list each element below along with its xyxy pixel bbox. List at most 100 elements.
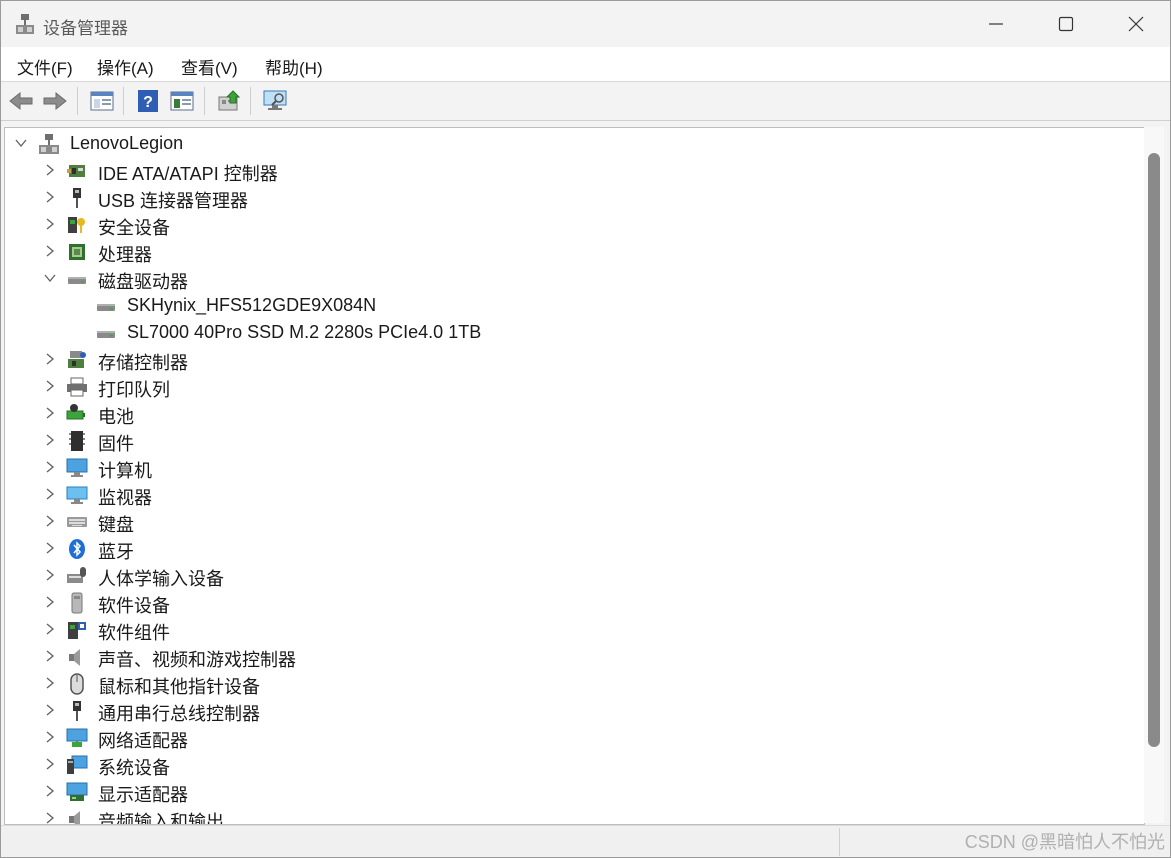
expand-chevron-icon[interactable] <box>43 162 57 178</box>
window-title: 设备管理器 <box>43 19 128 38</box>
tree-category-node[interactable]: 监视器 <box>5 481 1105 508</box>
tree-node-label: LenovoLegion <box>70 133 184 153</box>
expand-chevron-icon[interactable] <box>43 540 57 556</box>
minimize-button[interactable] <box>961 1 1031 47</box>
close-button[interactable] <box>1101 1 1170 47</box>
toolbar-separator <box>250 87 251 115</box>
mouse-icon <box>66 673 88 695</box>
expand-chevron-icon[interactable] <box>43 513 57 529</box>
tree-node-label: 安全设备 <box>98 218 170 238</box>
help-icon: ? <box>138 90 158 112</box>
tree-root-node[interactable]: LenovoLegion <box>5 130 1105 157</box>
tree-category-node[interactable]: 音频输入和输出 <box>5 805 1105 824</box>
tree-category-node[interactable]: 鼠标和其他指针设备 <box>5 670 1105 697</box>
menu-help[interactable]: 帮助(H) <box>265 54 323 79</box>
back-button[interactable] <box>7 88 35 114</box>
battery-icon <box>66 403 88 425</box>
tree-node-label: 打印队列 <box>98 380 170 400</box>
display-adapter-icon <box>66 781 88 803</box>
bluetooth-icon <box>66 538 88 560</box>
expand-chevron-icon[interactable] <box>43 594 57 610</box>
tree-node-label: 显示适配器 <box>98 785 188 805</box>
tree-category-node[interactable]: 计算机 <box>5 454 1105 481</box>
properties-pane-button[interactable] <box>88 88 116 114</box>
expand-chevron-icon[interactable] <box>43 621 57 637</box>
sound-icon <box>66 646 88 668</box>
menu-view[interactable]: 查看(V) <box>181 54 238 79</box>
scrollbar-thumb[interactable] <box>1148 153 1160 747</box>
expand-chevron-icon[interactable] <box>43 648 57 664</box>
expand-chevron-icon[interactable] <box>43 702 57 718</box>
console-view-button[interactable] <box>168 88 196 114</box>
forward-button[interactable] <box>41 88 69 114</box>
tree-node-label: 软件组件 <box>98 623 170 643</box>
tree-category-node[interactable]: 固件 <box>5 427 1105 454</box>
tree-node-label: 电池 <box>98 407 134 427</box>
tree-device-node[interactable]: SL7000 40Pro SSD M.2 2280s PCIe4.0 1TB <box>5 319 1105 346</box>
tree-device-node[interactable]: SKHynix_HFS512GDE9X084N <box>5 292 1105 319</box>
collapse-chevron-icon[interactable] <box>14 135 28 151</box>
expand-chevron-icon[interactable] <box>43 189 57 205</box>
menu-action[interactable]: 操作(A) <box>97 54 154 79</box>
forward-icon <box>43 91 67 111</box>
tree-category-node[interactable]: 键盘 <box>5 508 1105 535</box>
tree-category-node[interactable]: 磁盘驱动器 <box>5 265 1105 292</box>
tree-category-node[interactable]: 蓝牙 <box>5 535 1105 562</box>
tree-category-node[interactable]: 处理器 <box>5 238 1105 265</box>
vertical-scrollbar[interactable] <box>1144 127 1164 823</box>
collapse-chevron-icon[interactable] <box>43 270 57 286</box>
security-device-icon <box>66 214 88 236</box>
disk-drive-icon <box>66 268 88 290</box>
scan-hardware-icon <box>263 90 287 110</box>
tree-category-node[interactable]: 安全设备 <box>5 211 1105 238</box>
status-divider <box>839 828 840 856</box>
tree-node-label: SKHynix_HFS512GDE9X084N <box>127 295 377 315</box>
expand-chevron-icon[interactable] <box>43 729 57 745</box>
expand-chevron-icon[interactable] <box>43 432 57 448</box>
audio-io-icon <box>66 808 88 824</box>
expand-chevron-icon[interactable] <box>43 675 57 691</box>
tree-category-node[interactable]: 打印队列 <box>5 373 1105 400</box>
expand-chevron-icon[interactable] <box>43 378 57 394</box>
tree-node-label: 网络适配器 <box>98 731 188 751</box>
tree-category-node[interactable]: USB 连接器管理器 <box>5 184 1105 211</box>
tree-node-label: 磁盘驱动器 <box>98 272 188 292</box>
scan-hardware-button[interactable] <box>261 88 289 114</box>
expand-chevron-icon[interactable] <box>43 405 57 421</box>
help-button[interactable]: ? <box>134 88 162 114</box>
toolbar: ? <box>1 82 1170 121</box>
tree-category-node[interactable]: 系统设备 <box>5 751 1105 778</box>
tree-category-node[interactable]: 软件设备 <box>5 589 1105 616</box>
expand-chevron-icon[interactable] <box>43 459 57 475</box>
title-bar: 设备管理器 <box>1 1 1170 47</box>
expand-chevron-icon[interactable] <box>43 756 57 772</box>
expand-chevron-icon[interactable] <box>43 567 57 583</box>
tree-category-node[interactable]: 显示适配器 <box>5 778 1105 805</box>
update-driver-button[interactable] <box>215 88 243 114</box>
menu-file[interactable]: 文件(F) <box>17 54 73 79</box>
tree-node-label: USB 连接器管理器 <box>98 191 249 211</box>
expand-chevron-icon[interactable] <box>43 810 57 824</box>
expand-chevron-icon[interactable] <box>43 783 57 799</box>
tree-node-label: 存储控制器 <box>98 353 188 373</box>
expand-chevron-icon[interactable] <box>43 216 57 232</box>
maximize-button[interactable] <box>1031 1 1101 47</box>
minimize-icon <box>989 23 1003 25</box>
expand-chevron-icon[interactable] <box>43 243 57 259</box>
device-tree[interactable]: LenovoLegion IDE ATA/ATAPI 控制器 USB 连接器管理器安… <box>4 127 1145 825</box>
tree-category-node[interactable]: 存储控制器 <box>5 346 1105 373</box>
tree-category-node[interactable]: 网络适配器 <box>5 724 1105 751</box>
tree-category-node[interactable]: 软件组件 <box>5 616 1105 643</box>
tree-category-node[interactable]: 声音、视频和游戏控制器 <box>5 643 1105 670</box>
tree-category-node[interactable]: IDE ATA/ATAPI 控制器 <box>5 157 1105 184</box>
expand-chevron-icon[interactable] <box>43 486 57 502</box>
disk-drive-icon <box>95 322 117 344</box>
tree-category-node[interactable]: 电池 <box>5 400 1105 427</box>
tree-category-node[interactable]: 人体学输入设备 <box>5 562 1105 589</box>
computer-icon <box>66 457 88 479</box>
tree-category-node[interactable]: 通用串行总线控制器 <box>5 697 1105 724</box>
back-icon <box>9 91 33 111</box>
toolbar-separator <box>123 87 124 115</box>
expand-chevron-icon[interactable] <box>43 351 57 367</box>
software-device-icon <box>66 592 88 614</box>
